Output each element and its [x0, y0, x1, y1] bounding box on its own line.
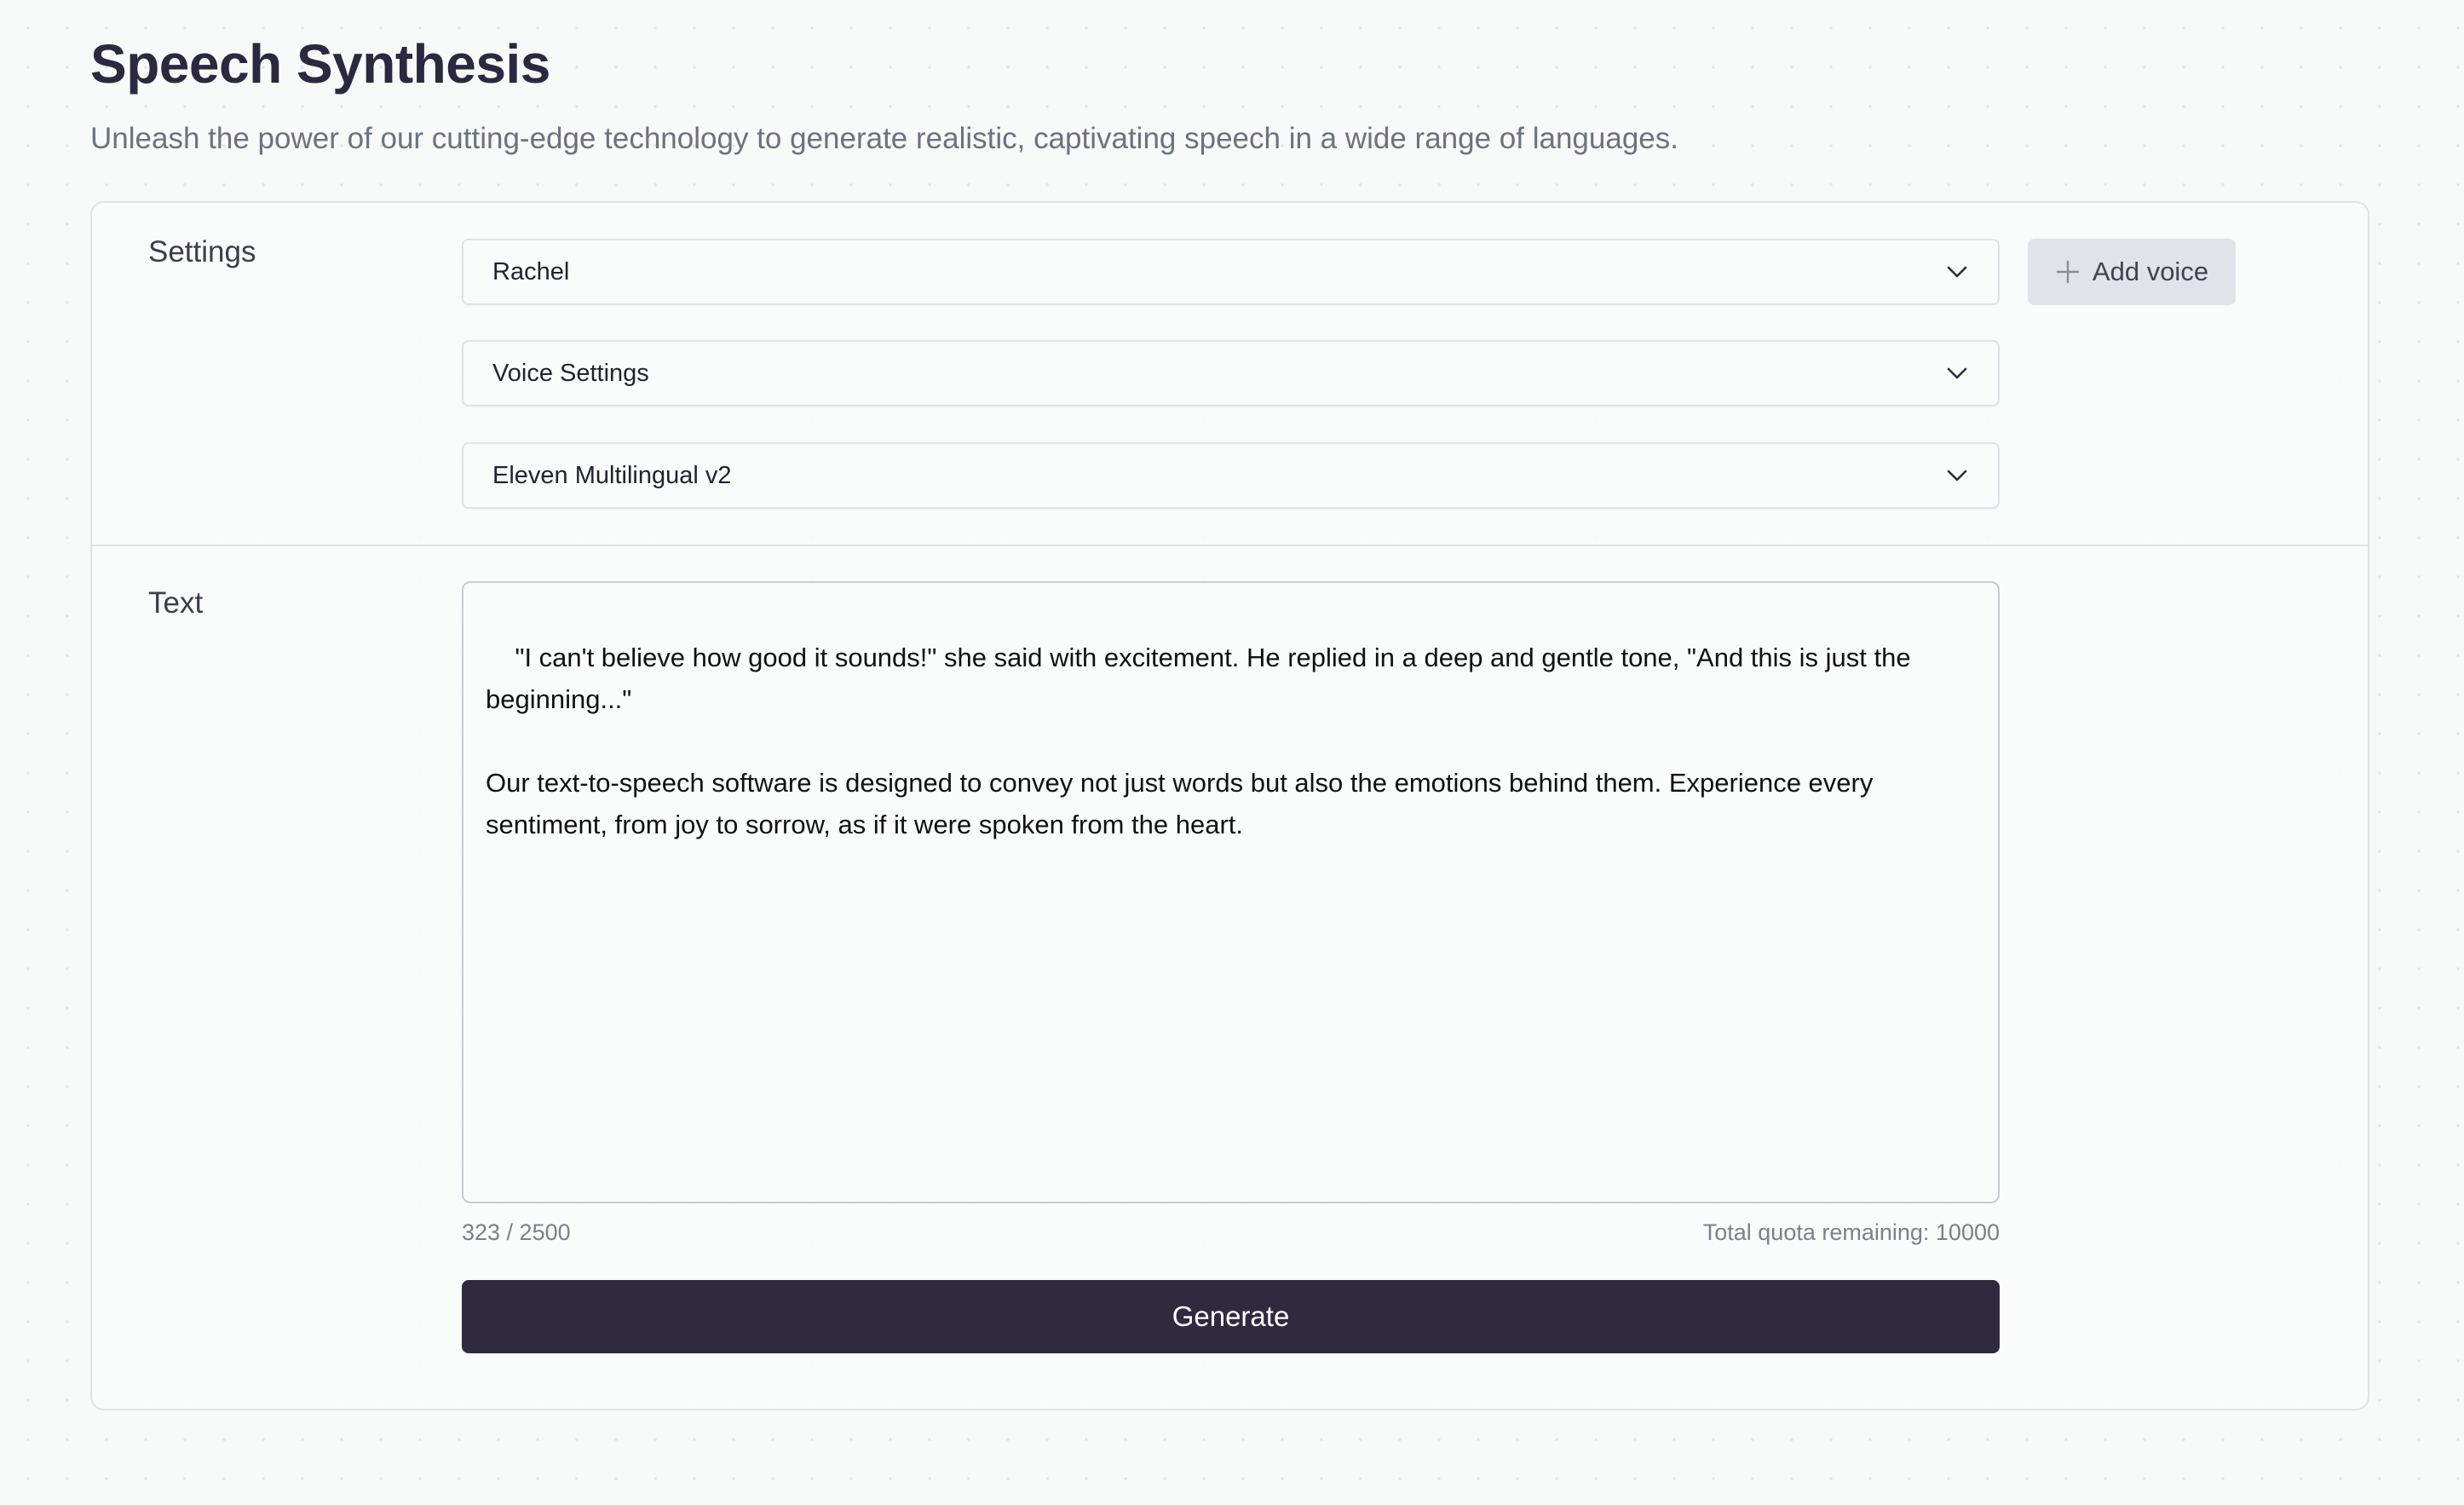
voice-select[interactable]: Rachel — [462, 239, 2000, 305]
settings-label: Settings — [148, 235, 256, 268]
page-subtitle: Unleash the power of our cutting-edge te… — [90, 122, 1678, 155]
model-select[interactable]: Eleven Multilingual v2 — [462, 442, 2000, 509]
settings-section: Settings Rachel Add voice Voice Settings… — [92, 203, 2368, 546]
add-voice-label: Add voice — [2092, 257, 2209, 286]
model-select-value: Eleven Multilingual v2 — [492, 461, 732, 489]
voice-select-value: Rachel — [492, 257, 570, 285]
voice-settings-select[interactable]: Voice Settings — [462, 340, 2000, 407]
plus-icon — [2055, 259, 2081, 285]
chevron-down-icon — [1945, 361, 1969, 385]
chevron-down-icon — [1945, 260, 1969, 284]
text-input-value: "I can't believe how good it sounds!" sh… — [486, 643, 1911, 839]
voice-settings-select-value: Voice Settings — [492, 359, 649, 387]
chevron-down-icon — [1945, 464, 1969, 487]
text-input[interactable]: "I can't believe how good it sounds!" sh… — [462, 581, 2000, 1203]
page-title: Speech Synthesis — [90, 33, 550, 95]
text-label: Text — [148, 586, 204, 620]
resize-handle-icon[interactable] — [1979, 1183, 1993, 1197]
generate-button[interactable]: Generate — [462, 1280, 2000, 1353]
quota-remaining: Total quota remaining: 10000 — [1702, 1220, 2000, 1245]
speech-synthesis-card: Settings Rachel Add voice Voice Settings… — [90, 201, 2369, 1410]
add-voice-button[interactable]: Add voice — [2028, 239, 2236, 305]
